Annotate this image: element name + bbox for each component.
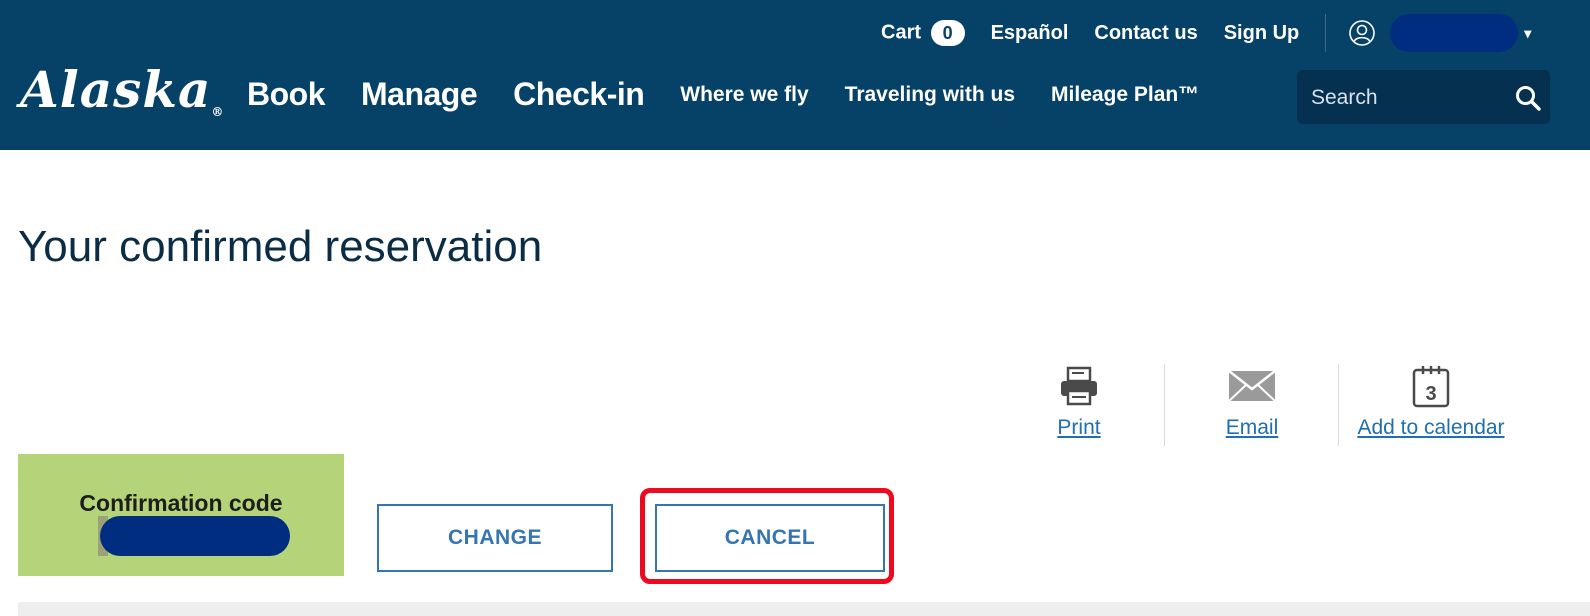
cart-count-badge: 0 <box>930 20 965 46</box>
chevron-down-icon: ▾ <box>1524 24 1532 41</box>
action-divider <box>1164 364 1165 446</box>
utility-divider <box>1325 14 1327 52</box>
print-action[interactable]: Print <box>1040 362 1118 440</box>
email-link[interactable]: Email <box>1212 416 1292 440</box>
cart-label: Cart <box>881 21 922 44</box>
print-link[interactable]: Print <box>1040 416 1118 440</box>
nav-where-we-fly[interactable]: Where we fly <box>680 83 808 107</box>
site-header: Alaska® Cart 0 Español Contact us Sign U… <box>0 0 1590 150</box>
confirmation-code-label: Confirmation code <box>79 490 283 516</box>
nav-check-in[interactable]: Check-in <box>513 76 645 113</box>
sign-up-link[interactable]: Sign Up <box>1224 22 1300 45</box>
calendar-day-number: 3 <box>1425 383 1436 405</box>
utility-nav: Cart 0 Español Contact us Sign Up ▾ <box>881 14 1531 52</box>
espanol-link[interactable]: Español <box>991 22 1069 45</box>
main-nav: Book Manage Check-in Where we fly Travel… <box>247 76 1235 113</box>
account-menu[interactable]: ▾ <box>1348 14 1531 52</box>
redacted-user-name <box>1390 14 1519 52</box>
nav-book[interactable]: Book <box>247 76 326 113</box>
search-icon[interactable] <box>1514 84 1542 112</box>
nav-traveling-with-us[interactable]: Traveling with us <box>845 83 1015 107</box>
page-title: Your confirmed reservation <box>18 222 543 271</box>
nav-manage[interactable]: Manage <box>361 76 478 113</box>
logo-registered-mark: ® <box>211 105 225 119</box>
add-to-calendar-action[interactable]: 3 Add to calendar <box>1346 362 1516 440</box>
redacted-confirmation-code <box>100 516 290 556</box>
section-divider <box>18 602 1590 616</box>
search-box <box>1297 70 1550 126</box>
action-divider <box>1338 364 1339 446</box>
cart-link[interactable]: Cart 0 <box>881 20 965 46</box>
cancel-highlight-outline <box>640 488 894 584</box>
alaska-logo[interactable]: Alaska® <box>20 60 224 119</box>
envelope-icon <box>1228 370 1276 402</box>
user-circle-icon <box>1349 20 1376 46</box>
search-input[interactable] <box>1309 70 1503 126</box>
nav-mileage-plan[interactable]: Mileage Plan™ <box>1051 83 1199 107</box>
logo-text: Alaska <box>20 60 212 119</box>
add-to-calendar-link[interactable]: Add to calendar <box>1346 416 1516 440</box>
confirmation-code-box: Confirmation code <box>18 454 344 576</box>
printer-icon <box>1061 366 1097 406</box>
change-button[interactable]: CHANGE <box>377 504 613 572</box>
email-action[interactable]: Email <box>1212 362 1292 440</box>
calendar-icon: 3 <box>1412 366 1450 408</box>
contact-us-link[interactable]: Contact us <box>1094 22 1197 45</box>
